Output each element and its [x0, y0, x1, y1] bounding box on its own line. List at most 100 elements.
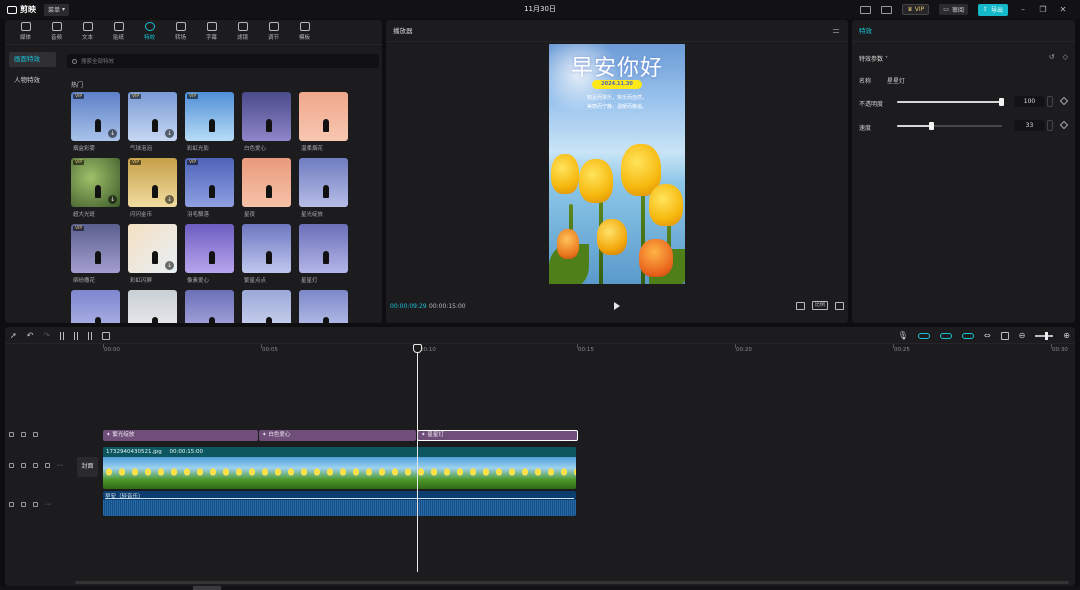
keyframe-icon[interactable]: ◇	[1063, 53, 1068, 61]
timeline-scrollbar[interactable]	[75, 581, 1069, 584]
effect-card[interactable]	[71, 290, 120, 323]
effect-card[interactable]: VIP 缤纷撒花	[71, 224, 120, 290]
redo-icon[interactable]: ↷	[43, 331, 50, 340]
auto-snap-icon[interactable]	[939, 332, 952, 339]
effect-card[interactable]: 星星灯	[299, 224, 348, 290]
tab-caption[interactable]: 字幕	[196, 22, 227, 44]
lock-icon[interactable]	[21, 432, 26, 437]
vip-button[interactable]: ♛ VIP	[902, 4, 930, 15]
zoom-out-icon[interactable]: ⊖	[1019, 331, 1026, 340]
download-icon[interactable]: ↓	[108, 195, 117, 204]
tab-sticker[interactable]: 贴纸	[103, 22, 134, 44]
playhead-handle[interactable]	[413, 344, 422, 353]
zoom-slider[interactable]	[1035, 331, 1054, 340]
effect-card[interactable]: 星夜	[242, 158, 291, 224]
effect-card[interactable]: ↓ 彩虹闪屏	[128, 224, 177, 290]
effect-card[interactable]	[185, 290, 234, 323]
page-scrollbar[interactable]	[0, 586, 1080, 590]
speed-slider[interactable]	[897, 122, 1002, 130]
opacity-stepper[interactable]	[1047, 96, 1053, 107]
speed-slider-handle[interactable]	[928, 122, 934, 130]
effect-card[interactable]: 星光绽放	[299, 158, 348, 224]
audio-clip[interactable]: 早安（轻音乐）	[103, 491, 576, 516]
tab-media[interactable]: 媒体	[10, 22, 41, 44]
select-tool-icon[interactable]: ➚	[10, 331, 17, 340]
linkage-icon[interactable]	[961, 332, 974, 339]
main-track-magnet-icon[interactable]	[917, 332, 930, 339]
speaker-icon[interactable]	[33, 502, 38, 507]
layout-icon[interactable]	[860, 5, 872, 14]
effect-card[interactable]: 繁星点点	[242, 224, 291, 290]
tab-transition[interactable]: 转场	[165, 22, 196, 44]
download-icon[interactable]: ↓	[165, 129, 174, 138]
effects-search-input[interactable]: 搜索全部特效	[67, 54, 379, 68]
microphone-icon[interactable]: 🎙	[898, 331, 908, 340]
split-preview-icon[interactable]: ⇔	[984, 331, 991, 340]
effect-card[interactable]: 像素爱心	[185, 224, 234, 290]
more-icon[interactable]: ⋯	[57, 462, 63, 469]
effect-card[interactable]: VIP 羽毛飘落	[185, 158, 234, 224]
tab-filter[interactable]: 滤镜	[227, 22, 258, 44]
lock-icon[interactable]	[21, 463, 26, 468]
opacity-keyframe-icon[interactable]	[1059, 96, 1069, 106]
play-icon[interactable]	[614, 302, 620, 310]
effect-card[interactable]: VIP ↓ 气球泡泡	[128, 92, 177, 158]
effect-clip[interactable]: ✦ 繁光绽放	[103, 430, 258, 441]
page-scrollbar-thumb[interactable]	[193, 586, 221, 590]
speed-stepper[interactable]	[1047, 120, 1053, 131]
tab-audio[interactable]: 音频	[41, 22, 72, 44]
effect-clip-selected[interactable]: ✦ 星星灯	[417, 430, 578, 441]
close-icon[interactable]: ✕	[1058, 5, 1068, 14]
review-button[interactable]: ▭ 审阅	[939, 4, 968, 15]
effect-card[interactable]: 白色爱心	[242, 92, 291, 158]
effect-clip[interactable]: ✦ 白色爱心	[259, 430, 416, 441]
opacity-slider[interactable]	[897, 98, 1004, 106]
speed-keyframe-icon[interactable]	[1059, 120, 1069, 130]
volume-line[interactable]	[105, 498, 574, 499]
ratio-button[interactable]: 比例	[811, 301, 828, 310]
cover-button[interactable]: 封面	[77, 457, 98, 477]
download-icon[interactable]: ↓	[165, 195, 174, 204]
download-icon[interactable]: ↓	[108, 129, 117, 138]
speaker-icon[interactable]	[45, 463, 50, 468]
video-clip[interactable]: 1732940430521.jpg 00:00:15:00	[103, 447, 576, 489]
preview-canvas[interactable]: 早安你好 2024.11.30 知足而常乐，常乐而自然， 美丽而宁静，温暖而静谧…	[549, 44, 685, 284]
download-icon[interactable]: ↓	[165, 261, 174, 270]
effects-category-item[interactable]: 人物特效	[9, 73, 56, 88]
trim-right-icon[interactable]	[88, 331, 93, 340]
opacity-input[interactable]: 100	[1014, 96, 1045, 107]
effect-card[interactable]	[299, 290, 348, 323]
undo-icon[interactable]: ↶	[27, 331, 34, 340]
tab-template[interactable]: 模板	[289, 22, 320, 44]
zoom-in-icon[interactable]: ⊕	[1063, 331, 1070, 340]
crop-icon[interactable]	[795, 301, 805, 310]
reset-icon[interactable]: ↺	[1049, 53, 1055, 61]
timeline-ruler[interactable]: 00:00 00:05 00:10 00:15 00:20 00:25 00:30	[103, 344, 1075, 358]
delete-icon[interactable]	[102, 331, 111, 340]
opacity-slider-handle[interactable]	[999, 98, 1004, 106]
minimize-icon[interactable]: –	[1018, 5, 1028, 14]
playhead[interactable]	[417, 344, 418, 572]
trim-left-icon[interactable]	[74, 331, 79, 340]
menu-button[interactable]: 菜单 ▾	[44, 3, 70, 16]
eye-icon[interactable]	[33, 432, 38, 437]
more-icon[interactable]: ⋯	[45, 501, 51, 508]
fullscreen-icon[interactable]	[835, 301, 844, 310]
export-button[interactable]: ⇧ 导出	[977, 3, 1008, 16]
effect-card[interactable]: 温柔烟花	[299, 92, 348, 158]
effect-card[interactable]: VIP ↓ 超大光斑	[71, 158, 120, 224]
effects-category-item[interactable]: 画面特效	[9, 52, 56, 67]
preview-axis-icon[interactable]	[1000, 331, 1009, 340]
split-icon[interactable]	[60, 331, 65, 340]
maximize-icon[interactable]: ❐	[1038, 5, 1048, 14]
inspector-tab[interactable]: 特效	[852, 20, 1075, 42]
effect-card[interactable]: VIP 彩虹光影	[185, 92, 234, 158]
effect-card[interactable]: VIP ↓ 闪闪金币	[128, 158, 177, 224]
shortcut-icon[interactable]	[881, 5, 893, 14]
effect-card[interactable]	[128, 290, 177, 323]
tab-text[interactable]: 文本	[72, 22, 103, 44]
tab-adjust[interactable]: 调节	[258, 22, 289, 44]
tab-effects[interactable]: 特效	[134, 22, 165, 44]
player-menu-icon[interactable]	[833, 29, 839, 33]
eye-icon[interactable]	[33, 463, 38, 468]
